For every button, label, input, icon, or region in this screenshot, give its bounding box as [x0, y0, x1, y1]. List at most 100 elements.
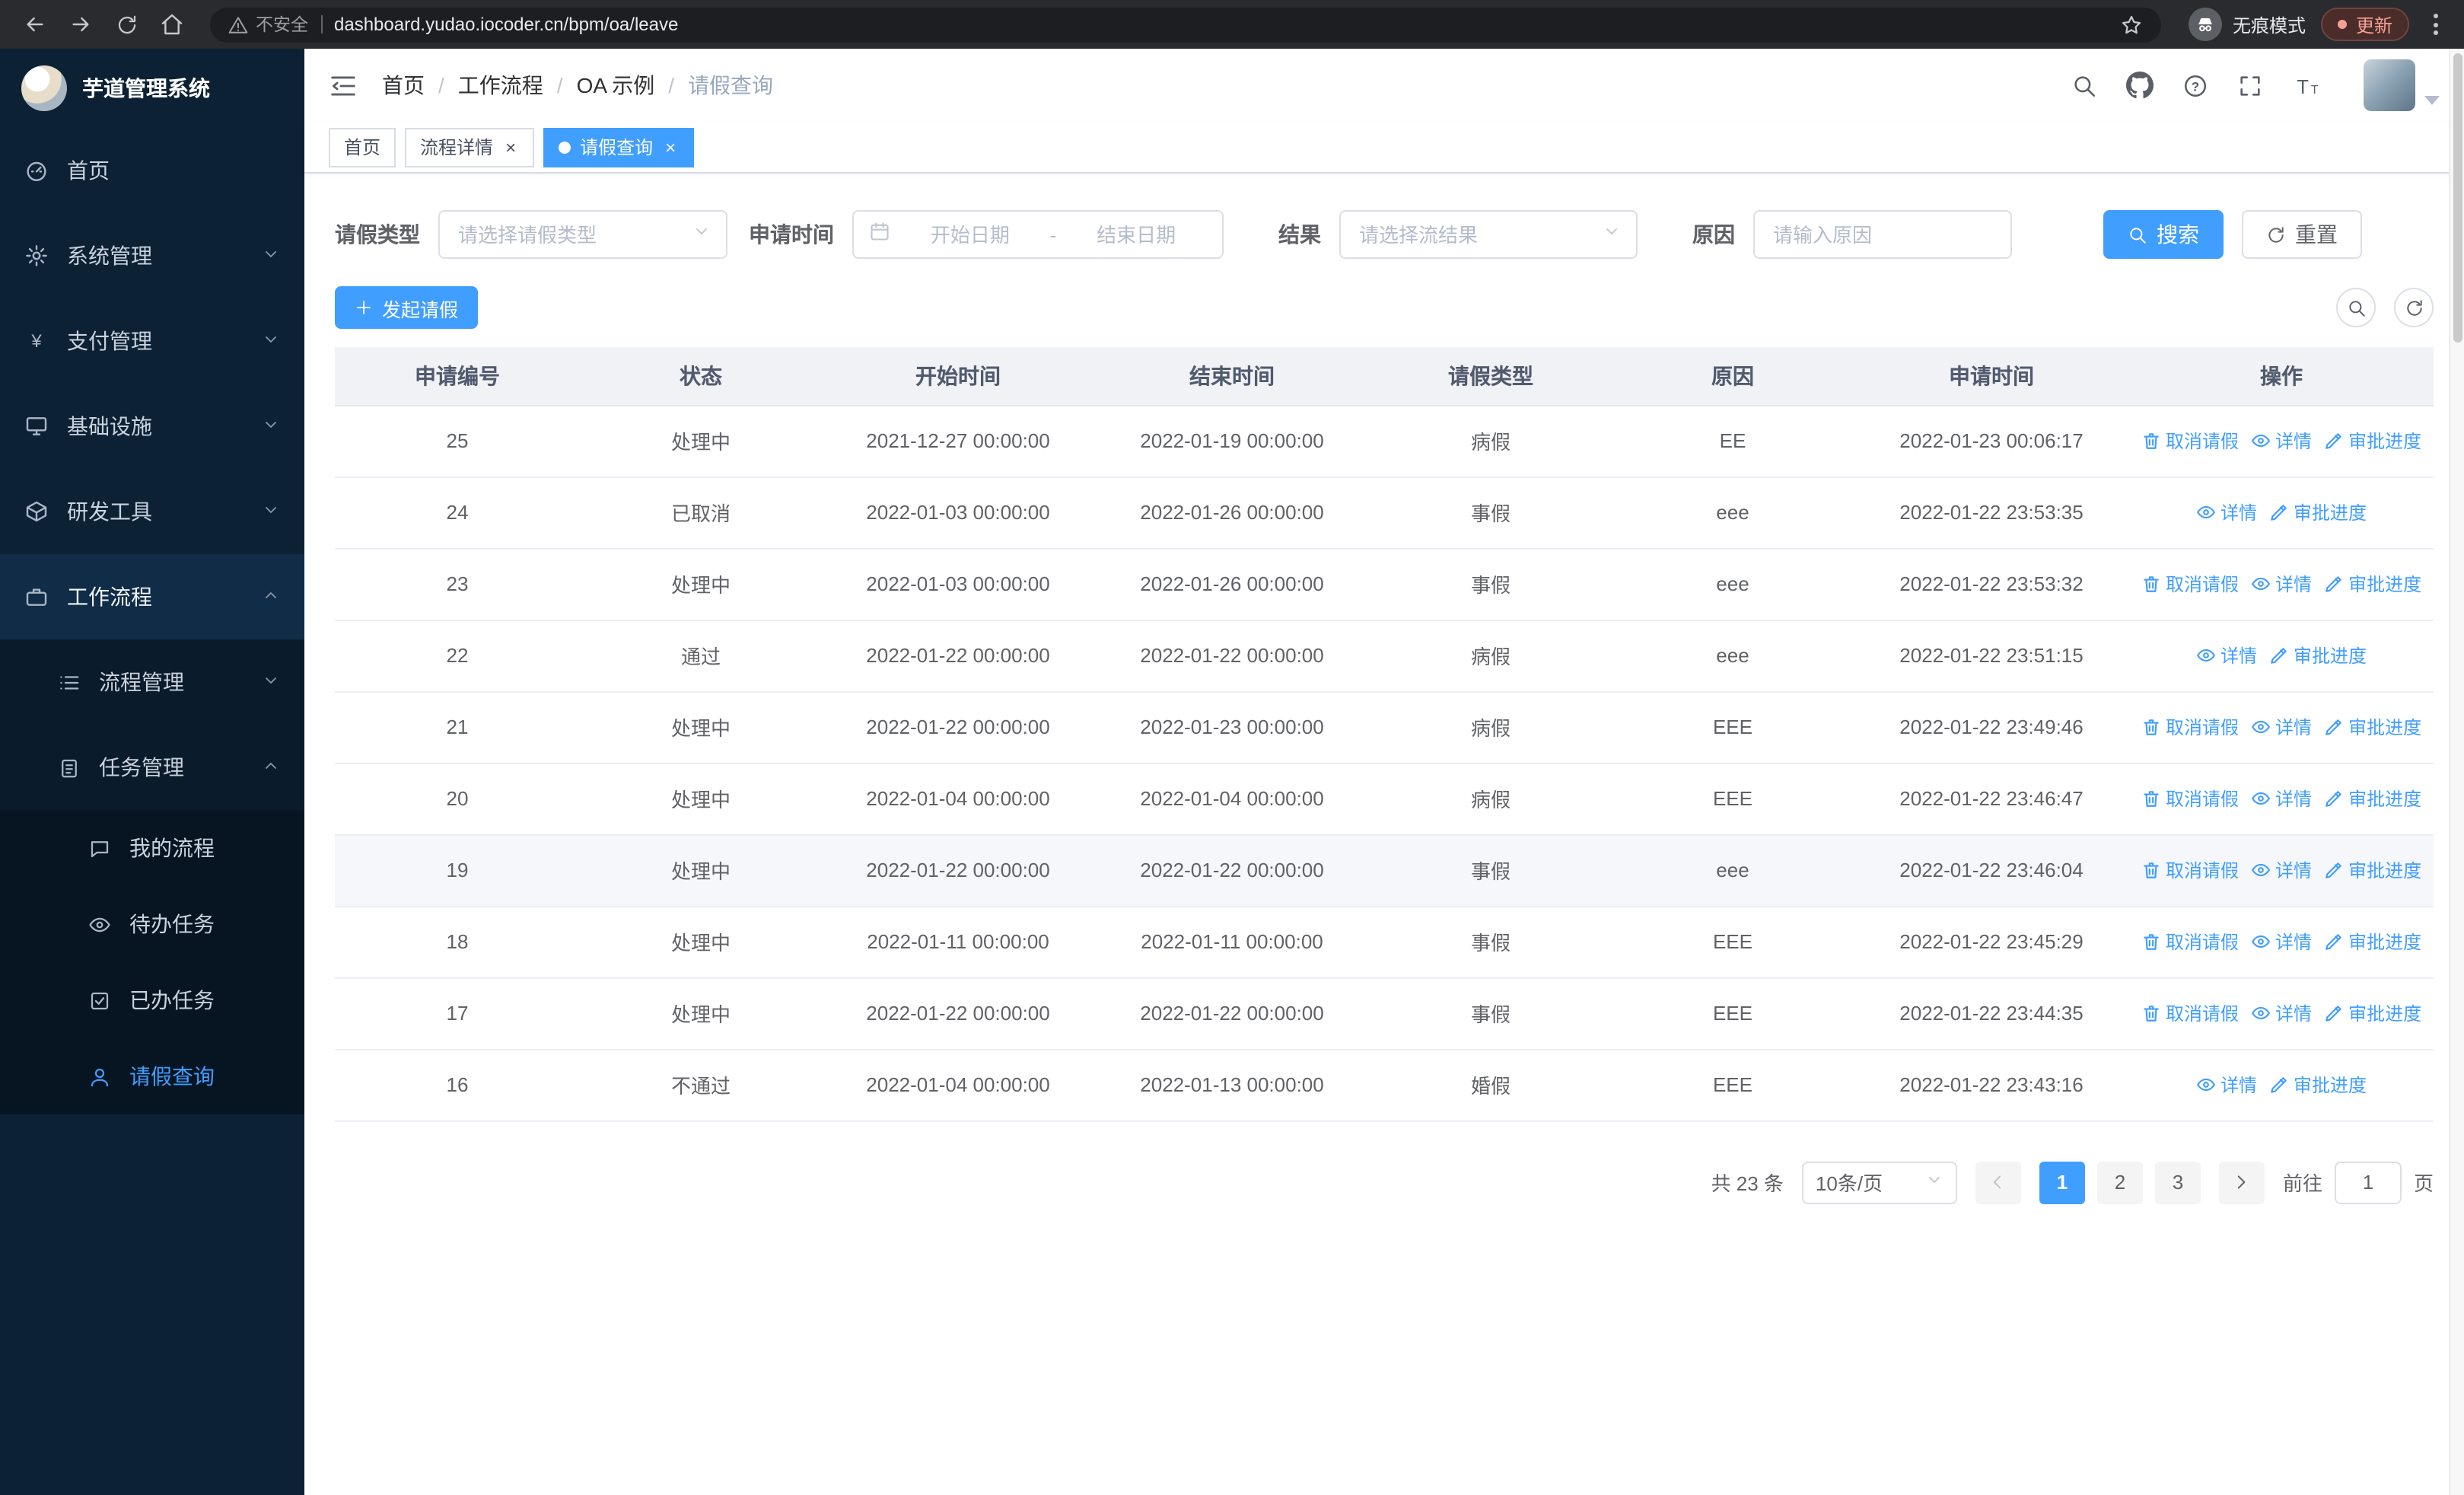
sidebar-item-system[interactable]: 系统管理 [0, 213, 304, 298]
action-approval-progress[interactable]: 审批进度 [2324, 785, 2421, 811]
cell-end-time: 2022-01-26 00:00:00 [1094, 477, 1370, 549]
action-approval-progress[interactable]: 审批进度 [2269, 1071, 2367, 1097]
tab-close-icon[interactable]: × [502, 136, 519, 158]
browser-update-button[interactable]: 更新 [2320, 8, 2409, 41]
action-detail[interactable]: 详情 [2196, 1071, 2257, 1097]
sidebar-collapse-icon[interactable] [329, 71, 358, 100]
goto-page-input[interactable] [2334, 1161, 2402, 1203]
result-input[interactable] [1356, 222, 1593, 247]
github-icon[interactable] [2126, 72, 2154, 99]
action-approval-progress[interactable]: 审批进度 [2324, 999, 2421, 1025]
action-approval-progress[interactable]: 审批进度 [2324, 856, 2421, 882]
fullscreen-icon[interactable] [2237, 72, 2263, 98]
apply-time-range-picker[interactable]: - [852, 210, 1224, 259]
action-cancel-leave[interactable]: 取消请假 [2141, 856, 2239, 882]
action-detail[interactable]: 详情 [2196, 642, 2257, 668]
sidebar-item-home[interactable]: 首页 [0, 128, 304, 213]
font-size-icon[interactable]: TT [2292, 72, 2326, 98]
browser-home-button[interactable] [152, 5, 192, 44]
leave-type-select[interactable] [438, 210, 727, 259]
address-bar[interactable]: 不安全 dashboard.yudao.iocoder.cn/bpm/oa/le… [210, 7, 2161, 42]
sidebar-item-payment[interactable]: ¥ 支付管理 [0, 298, 304, 384]
action-approval-progress[interactable]: 审批进度 [2269, 499, 2367, 524]
action-detail[interactable]: 详情 [2251, 999, 2312, 1025]
action-cancel-leave[interactable]: 取消请假 [2141, 785, 2239, 811]
action-cancel-leave-label: 取消请假 [2166, 931, 2240, 952]
prev-page-button[interactable] [1975, 1161, 2021, 1203]
sidebar-item-leave-query[interactable]: 请假查询 [0, 1038, 304, 1114]
page-size-value: 10条/页 [1815, 1172, 1883, 1195]
incognito-label: 无痕模式 [2232, 14, 2306, 36]
reason-input[interactable] [1770, 222, 1995, 247]
action-detail[interactable]: 详情 [2251, 785, 2312, 811]
action-detail[interactable]: 详情 [2251, 928, 2312, 954]
page-button[interactable]: 2 [2096, 1161, 2143, 1203]
user-menu[interactable] [2364, 59, 2440, 111]
action-approval-progress[interactable]: 审批进度 [2324, 713, 2421, 739]
tab-item[interactable]: 流程详情 × [405, 127, 535, 167]
action-cancel-leave[interactable]: 取消请假 [2141, 928, 2239, 954]
tab-close-icon[interactable]: × [662, 136, 679, 158]
browser-menu-icon[interactable] [2421, 8, 2449, 41]
avatar[interactable] [2364, 59, 2415, 111]
action-cancel-leave[interactable]: 取消请假 [2141, 427, 2239, 453]
end-date-input[interactable] [1065, 222, 1207, 247]
sidebar-item-done-tasks[interactable]: 已办任务 [0, 962, 304, 1038]
create-leave-button[interactable]: 发起请假 [335, 286, 479, 329]
page-size-select[interactable]: 10条/页 [1801, 1161, 1957, 1203]
cell-apply-id: 24 [335, 477, 580, 549]
action-approval-progress[interactable]: 审批进度 [2324, 570, 2421, 596]
scrollbar[interactable] [2449, 49, 2464, 1495]
sidebar-item-devtools[interactable]: 研发工具 [0, 469, 304, 554]
action-approval-progress[interactable]: 审批进度 [2269, 642, 2367, 668]
toggle-search-button[interactable] [2336, 288, 2376, 327]
scrollbar-thumb[interactable] [2453, 53, 2462, 343]
security-warning[interactable]: 不安全 [228, 12, 308, 37]
sidebar-item-my-process[interactable]: 我的流程 [0, 810, 304, 886]
sidebar-item-label: 我的流程 [129, 836, 215, 860]
action-detail[interactable]: 详情 [2251, 427, 2312, 453]
reset-button[interactable]: 重置 [2242, 210, 2362, 259]
browser-back-button[interactable] [15, 5, 55, 44]
breadcrumb-item[interactable]: OA 示例 [577, 70, 655, 100]
app-logo[interactable]: 芋道管理系统 [0, 49, 304, 128]
reason-label: 原因 [1692, 222, 1735, 247]
result-select[interactable] [1339, 210, 1638, 259]
tab-item[interactable]: 首页 [329, 127, 396, 167]
browser-reload-button[interactable] [107, 5, 146, 44]
action-detail[interactable]: 详情 [2251, 570, 2312, 596]
cell-operations: 取消请假 详情 审批进度 [2129, 906, 2434, 978]
action-detail[interactable]: 详情 [2251, 856, 2312, 882]
help-icon[interactable]: ? [2182, 72, 2208, 98]
reason-field[interactable] [1753, 210, 2012, 259]
breadcrumb-item[interactable]: 首页 [382, 70, 425, 100]
header-search-icon[interactable] [2071, 72, 2097, 98]
sidebar-item-infrastructure[interactable]: 基础设施 [0, 384, 304, 469]
url-text[interactable]: dashboard.yudao.iocoder.cn/bpm/oa/leave [334, 14, 678, 35]
action-cancel-leave[interactable]: 取消请假 [2141, 570, 2239, 596]
search-button[interactable]: 搜索 [2103, 210, 2224, 259]
action-cancel-leave[interactable]: 取消请假 [2141, 713, 2239, 739]
sidebar-item-workflow[interactable]: 工作流程 [0, 554, 304, 639]
action-detail[interactable]: 详情 [2251, 713, 2312, 739]
page-button[interactable]: 3 [2154, 1161, 2201, 1203]
tab-active[interactable]: 请假查询 × [543, 127, 695, 167]
action-detail[interactable]: 详情 [2196, 499, 2257, 524]
bookmark-star-icon[interactable] [2120, 13, 2143, 36]
sidebar-item-todo-tasks[interactable]: 待办任务 [0, 886, 304, 962]
action-approval-progress[interactable]: 审批进度 [2324, 427, 2421, 453]
leave-type-input[interactable] [455, 222, 683, 247]
action-cancel-leave[interactable]: 取消请假 [2141, 999, 2239, 1025]
table-row: 24 已取消 2022-01-03 00:00:00 2022-01-26 00:00… [335, 477, 2434, 549]
page-button[interactable]: 1 [2039, 1161, 2085, 1203]
cell-apply-id: 23 [335, 548, 580, 620]
next-page-button[interactable] [2218, 1161, 2265, 1203]
table-row: 17 处理中 2022-01-22 00:00:00 2022-01-22 00:00… [335, 977, 2434, 1050]
start-date-input[interactable] [899, 222, 1041, 247]
sidebar-item-task-management[interactable]: 任务管理 [0, 725, 304, 810]
breadcrumb-item[interactable]: 工作流程 [458, 70, 543, 100]
action-approval-progress[interactable]: 审批进度 [2324, 928, 2421, 954]
browser-forward-button[interactable] [61, 5, 100, 44]
refresh-table-button[interactable] [2394, 288, 2434, 327]
sidebar-item-process-management[interactable]: 流程管理 [0, 639, 304, 725]
